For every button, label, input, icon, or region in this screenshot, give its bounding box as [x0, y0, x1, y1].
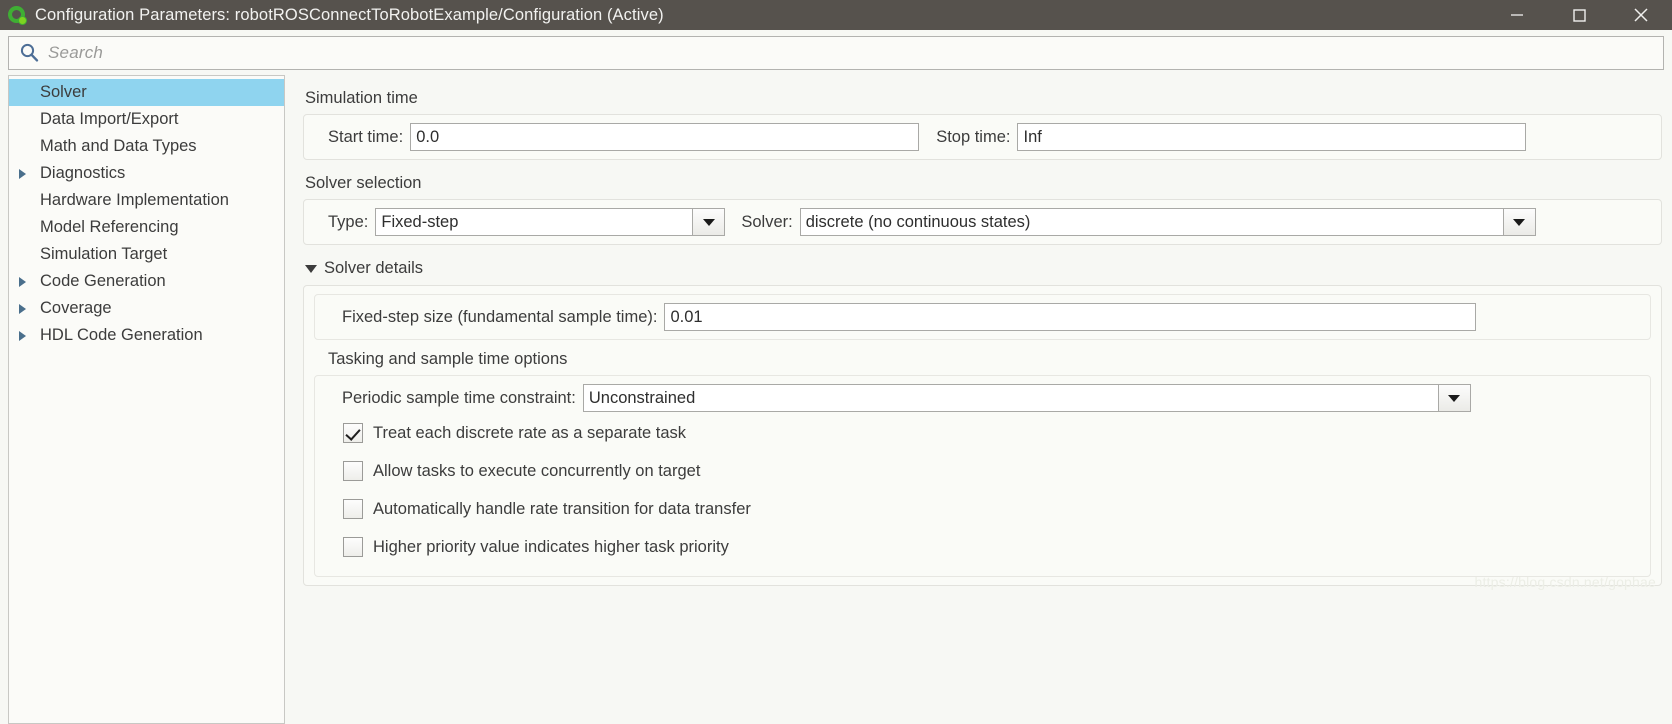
checkbox-label: Allow tasks to execute concurrently on t… — [373, 461, 701, 480]
sidebar-item-label: Coverage — [40, 299, 112, 317]
maximize-icon[interactable] — [1548, 0, 1610, 30]
checkbox-unchecked-icon[interactable] — [343, 537, 363, 557]
checkbox-unchecked-icon[interactable] — [343, 499, 363, 519]
simulation-time-group-title: Simulation time — [305, 89, 418, 107]
fixed-step-size-panel: Fixed-step size (fundamental sample time… — [314, 294, 1651, 340]
fixed-step-size-row: Fixed-step size (fundamental sample time… — [325, 303, 1640, 331]
search-input[interactable]: Search — [8, 36, 1664, 70]
sidebar-item-simulation-target[interactable]: Simulation Target — [9, 241, 284, 268]
minimize-icon[interactable] — [1486, 0, 1548, 30]
checkbox-label: Automatically handle rate transition for… — [373, 499, 751, 518]
watermark-text: https://blog.csdn.net/gophae — [1474, 574, 1656, 590]
main-body: Solver Data Import/Export Math and Data … — [0, 75, 1672, 724]
sidebar-item-coverage[interactable]: Coverage — [9, 295, 284, 322]
checkbox-row-auto-rate-transition[interactable]: Automatically handle rate transition for… — [325, 490, 1640, 528]
checkbox-unchecked-icon[interactable] — [343, 461, 363, 481]
periodic-sample-time-row: Periodic sample time constraint: Unconst… — [325, 384, 1640, 412]
chevron-down-icon[interactable] — [1502, 209, 1535, 235]
settings-tree: Solver Data Import/Export Math and Data … — [8, 75, 285, 724]
sidebar-item-label: Diagnostics — [40, 164, 126, 182]
title-bar: Configuration Parameters: robotROSConnec… — [0, 0, 1672, 30]
periodic-sample-time-value: Unconstrained — [588, 388, 696, 407]
window-controls — [1486, 0, 1672, 30]
sidebar-item-label: Simulation Target — [40, 245, 168, 263]
solver-label: Solver: — [741, 212, 793, 231]
sidebar-item-label: Data Import/Export — [40, 110, 179, 128]
sidebar-item-hardware-implementation[interactable]: Hardware Implementation — [9, 187, 284, 214]
tasking-options-panel: Periodic sample time constraint: Unconst… — [314, 375, 1651, 577]
tasking-options-group-title: Tasking and sample time options — [328, 350, 568, 368]
simulation-time-row: Start time: 0.0 Stop time: Inf — [314, 123, 1651, 151]
sidebar-item-label: Math and Data Types — [40, 137, 197, 155]
solver-selection-panel: Type: Fixed-step Solver: discrete (no co… — [303, 199, 1662, 245]
checkbox-row-treat-each-discrete-rate[interactable]: Treat each discrete rate as a separate t… — [325, 414, 1640, 452]
solver-selection-group-title: Solver selection — [305, 174, 422, 192]
sidebar-item-code-generation[interactable]: Code Generation — [9, 268, 284, 295]
close-icon[interactable] — [1610, 0, 1672, 30]
sidebar-item-solver[interactable]: Solver — [9, 79, 284, 106]
sidebar-item-label: Model Referencing — [40, 218, 179, 236]
solver-details-header: Solver details — [324, 259, 424, 277]
sidebar-item-diagnostics[interactable]: Diagnostics — [9, 160, 284, 187]
solver-value: discrete (no continuous states) — [805, 212, 1031, 231]
sidebar-item-label: Hardware Implementation — [40, 191, 229, 209]
sidebar-item-label: Solver — [40, 83, 87, 101]
chevron-down-icon[interactable] — [1437, 385, 1470, 411]
solver-details-toggle[interactable]: Solver details — [305, 259, 1662, 278]
chevron-right-icon[interactable] — [19, 322, 37, 349]
solver-settings-panel: Simulation time Start time: 0.0 Stop tim… — [293, 75, 1672, 724]
stop-time-label: Stop time: — [936, 127, 1011, 146]
solver-selection-row: Type: Fixed-step Solver: discrete (no co… — [314, 208, 1651, 236]
chevron-right-icon[interactable] — [19, 295, 37, 322]
solver-type-value: Fixed-step — [381, 212, 459, 231]
simulation-time-panel: Start time: 0.0 Stop time: Inf — [303, 114, 1662, 160]
sidebar-item-model-referencing[interactable]: Model Referencing — [9, 214, 284, 241]
periodic-sample-time-label: Periodic sample time constraint: — [342, 388, 576, 407]
chevron-right-icon[interactable] — [19, 160, 37, 187]
search-icon — [18, 42, 40, 64]
sidebar-item-label: Code Generation — [40, 272, 166, 290]
checkbox-row-higher-priority-value[interactable]: Higher priority value indicates higher t… — [325, 528, 1640, 566]
solver-details-panel: Fixed-step size (fundamental sample time… — [303, 285, 1662, 586]
chevron-down-icon[interactable] — [692, 209, 725, 235]
start-time-input[interactable]: 0.0 — [410, 123, 920, 151]
solver-type-dropdown[interactable]: Fixed-step — [375, 208, 726, 236]
checkbox-label: Treat each discrete rate as a separate t… — [373, 423, 687, 442]
periodic-sample-time-dropdown[interactable]: Unconstrained — [582, 384, 1471, 412]
simulink-gear-icon — [7, 5, 27, 25]
checkbox-label: Higher priority value indicates higher t… — [373, 537, 729, 556]
search-bar-container: Search — [0, 30, 1672, 75]
stop-time-input[interactable]: Inf — [1017, 123, 1527, 151]
search-placeholder: Search — [48, 43, 104, 62]
sidebar-item-label: HDL Code Generation — [40, 326, 203, 344]
fixed-step-size-input[interactable]: 0.01 — [664, 303, 1477, 331]
checkbox-checked-icon[interactable] — [343, 423, 363, 443]
fixed-step-size-label: Fixed-step size (fundamental sample time… — [342, 307, 658, 326]
start-time-label: Start time: — [328, 127, 404, 146]
solver-type-label: Type: — [328, 212, 369, 231]
chevron-right-icon[interactable] — [19, 268, 37, 295]
sidebar-item-hdl-code-generation[interactable]: HDL Code Generation — [9, 322, 284, 349]
checkbox-row-allow-tasks-concurrent[interactable]: Allow tasks to execute concurrently on t… — [325, 452, 1640, 490]
solver-dropdown[interactable]: discrete (no continuous states) — [799, 208, 1536, 236]
window-title: Configuration Parameters: robotROSConnec… — [35, 5, 664, 24]
sidebar-item-data-import-export[interactable]: Data Import/Export — [9, 106, 284, 133]
sidebar-item-math-and-data-types[interactable]: Math and Data Types — [9, 133, 284, 160]
caret-down-icon[interactable] — [305, 264, 317, 273]
